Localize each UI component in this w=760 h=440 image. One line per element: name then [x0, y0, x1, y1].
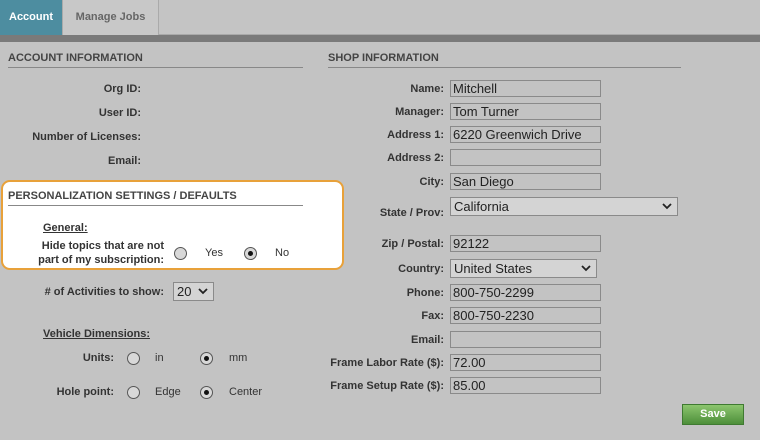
address2-input[interactable]	[450, 149, 601, 166]
activities-select-value: 20	[177, 284, 192, 299]
address1-label: Address 1:	[387, 129, 444, 141]
shop-name-label: Name:	[410, 83, 444, 95]
activities-label: # of Activities to show:	[44, 286, 164, 298]
frame-labor-rate-label: Frame Labor Rate ($):	[330, 357, 444, 369]
activities-select[interactable]: 20	[173, 282, 214, 301]
account-email-label: Email:	[107, 155, 141, 167]
country-select[interactable]: United States	[450, 259, 597, 278]
address1-input[interactable]: 6220 Greenwich Drive	[450, 126, 601, 143]
units-mm-label: mm	[229, 352, 248, 364]
hole-edge-label: Edge	[155, 386, 181, 398]
units-mm-radio[interactable]	[200, 352, 213, 365]
personalization-title: PERSONALIZATION SETTINGS / DEFAULTS	[8, 190, 303, 206]
tab-account[interactable]: Account	[0, 0, 62, 35]
hide-topics-yes-label: Yes	[205, 247, 223, 259]
frame-setup-rate-input[interactable]: 85.00	[450, 377, 601, 394]
units-label: Units:	[82, 352, 114, 364]
city-input[interactable]: San Diego	[450, 173, 601, 190]
phone-input[interactable]: 800-750-2299	[450, 284, 601, 301]
fax-label: Fax:	[421, 310, 444, 322]
hole-center-label: Center	[229, 386, 263, 398]
hole-center-radio[interactable]	[200, 386, 213, 399]
frame-setup-rate-label: Frame Setup Rate ($):	[330, 380, 444, 392]
manager-label: Manager:	[395, 106, 444, 118]
units-in-radio[interactable]	[127, 352, 140, 365]
hide-topics-label-line1: Hide topics that are not	[41, 240, 164, 252]
shop-email-input[interactable]	[450, 331, 601, 348]
country-select-value: United States	[454, 261, 533, 276]
state-select[interactable]: California	[450, 197, 678, 216]
frame-labor-rate-input[interactable]: 72.00	[450, 354, 601, 371]
state-select-value: California	[454, 199, 509, 214]
zip-label: Zip / Postal:	[381, 238, 444, 250]
shop-name-input[interactable]: Mitchell	[450, 80, 601, 97]
zip-input[interactable]: 92122	[450, 235, 601, 252]
hide-topics-yes-radio[interactable]	[174, 247, 187, 260]
user-id-label: User ID:	[98, 107, 141, 119]
hole-edge-radio[interactable]	[127, 386, 140, 399]
city-label: City:	[419, 176, 444, 188]
address2-label: Address 2:	[387, 152, 444, 164]
licenses-label: Number of Licenses:	[32, 131, 141, 143]
tab-bar: Account Manage Jobs	[0, 0, 760, 35]
hole-point-label: Hole point:	[56, 386, 114, 398]
units-in-label: in	[155, 352, 164, 364]
country-label: Country:	[398, 263, 444, 275]
chevron-down-icon	[581, 265, 591, 272]
state-label: State / Prov:	[379, 207, 444, 219]
shop-info-title: SHOP INFORMATION	[328, 52, 681, 68]
manager-input[interactable]: Tom Turner	[450, 103, 601, 120]
chevron-down-icon	[662, 203, 672, 210]
hide-topics-label-line2: part of my subscription:	[38, 254, 164, 266]
shop-email-label: Email:	[410, 334, 444, 346]
chevron-down-icon	[198, 288, 208, 295]
save-button[interactable]: Save	[682, 404, 744, 425]
fax-input[interactable]: 800-750-2230	[450, 307, 601, 324]
phone-label: Phone:	[406, 287, 444, 299]
account-info-title: ACCOUNT INFORMATION	[8, 52, 303, 68]
hide-topics-no-radio[interactable]	[244, 247, 257, 260]
hide-topics-no-label: No	[275, 247, 290, 259]
vehicle-dimensions-title: Vehicle Dimensions:	[43, 328, 150, 340]
general-label: General:	[43, 222, 88, 234]
org-id-label: Org ID:	[103, 83, 141, 95]
tab-manage-jobs[interactable]: Manage Jobs	[62, 0, 159, 35]
tab-divider-bar	[0, 35, 760, 42]
